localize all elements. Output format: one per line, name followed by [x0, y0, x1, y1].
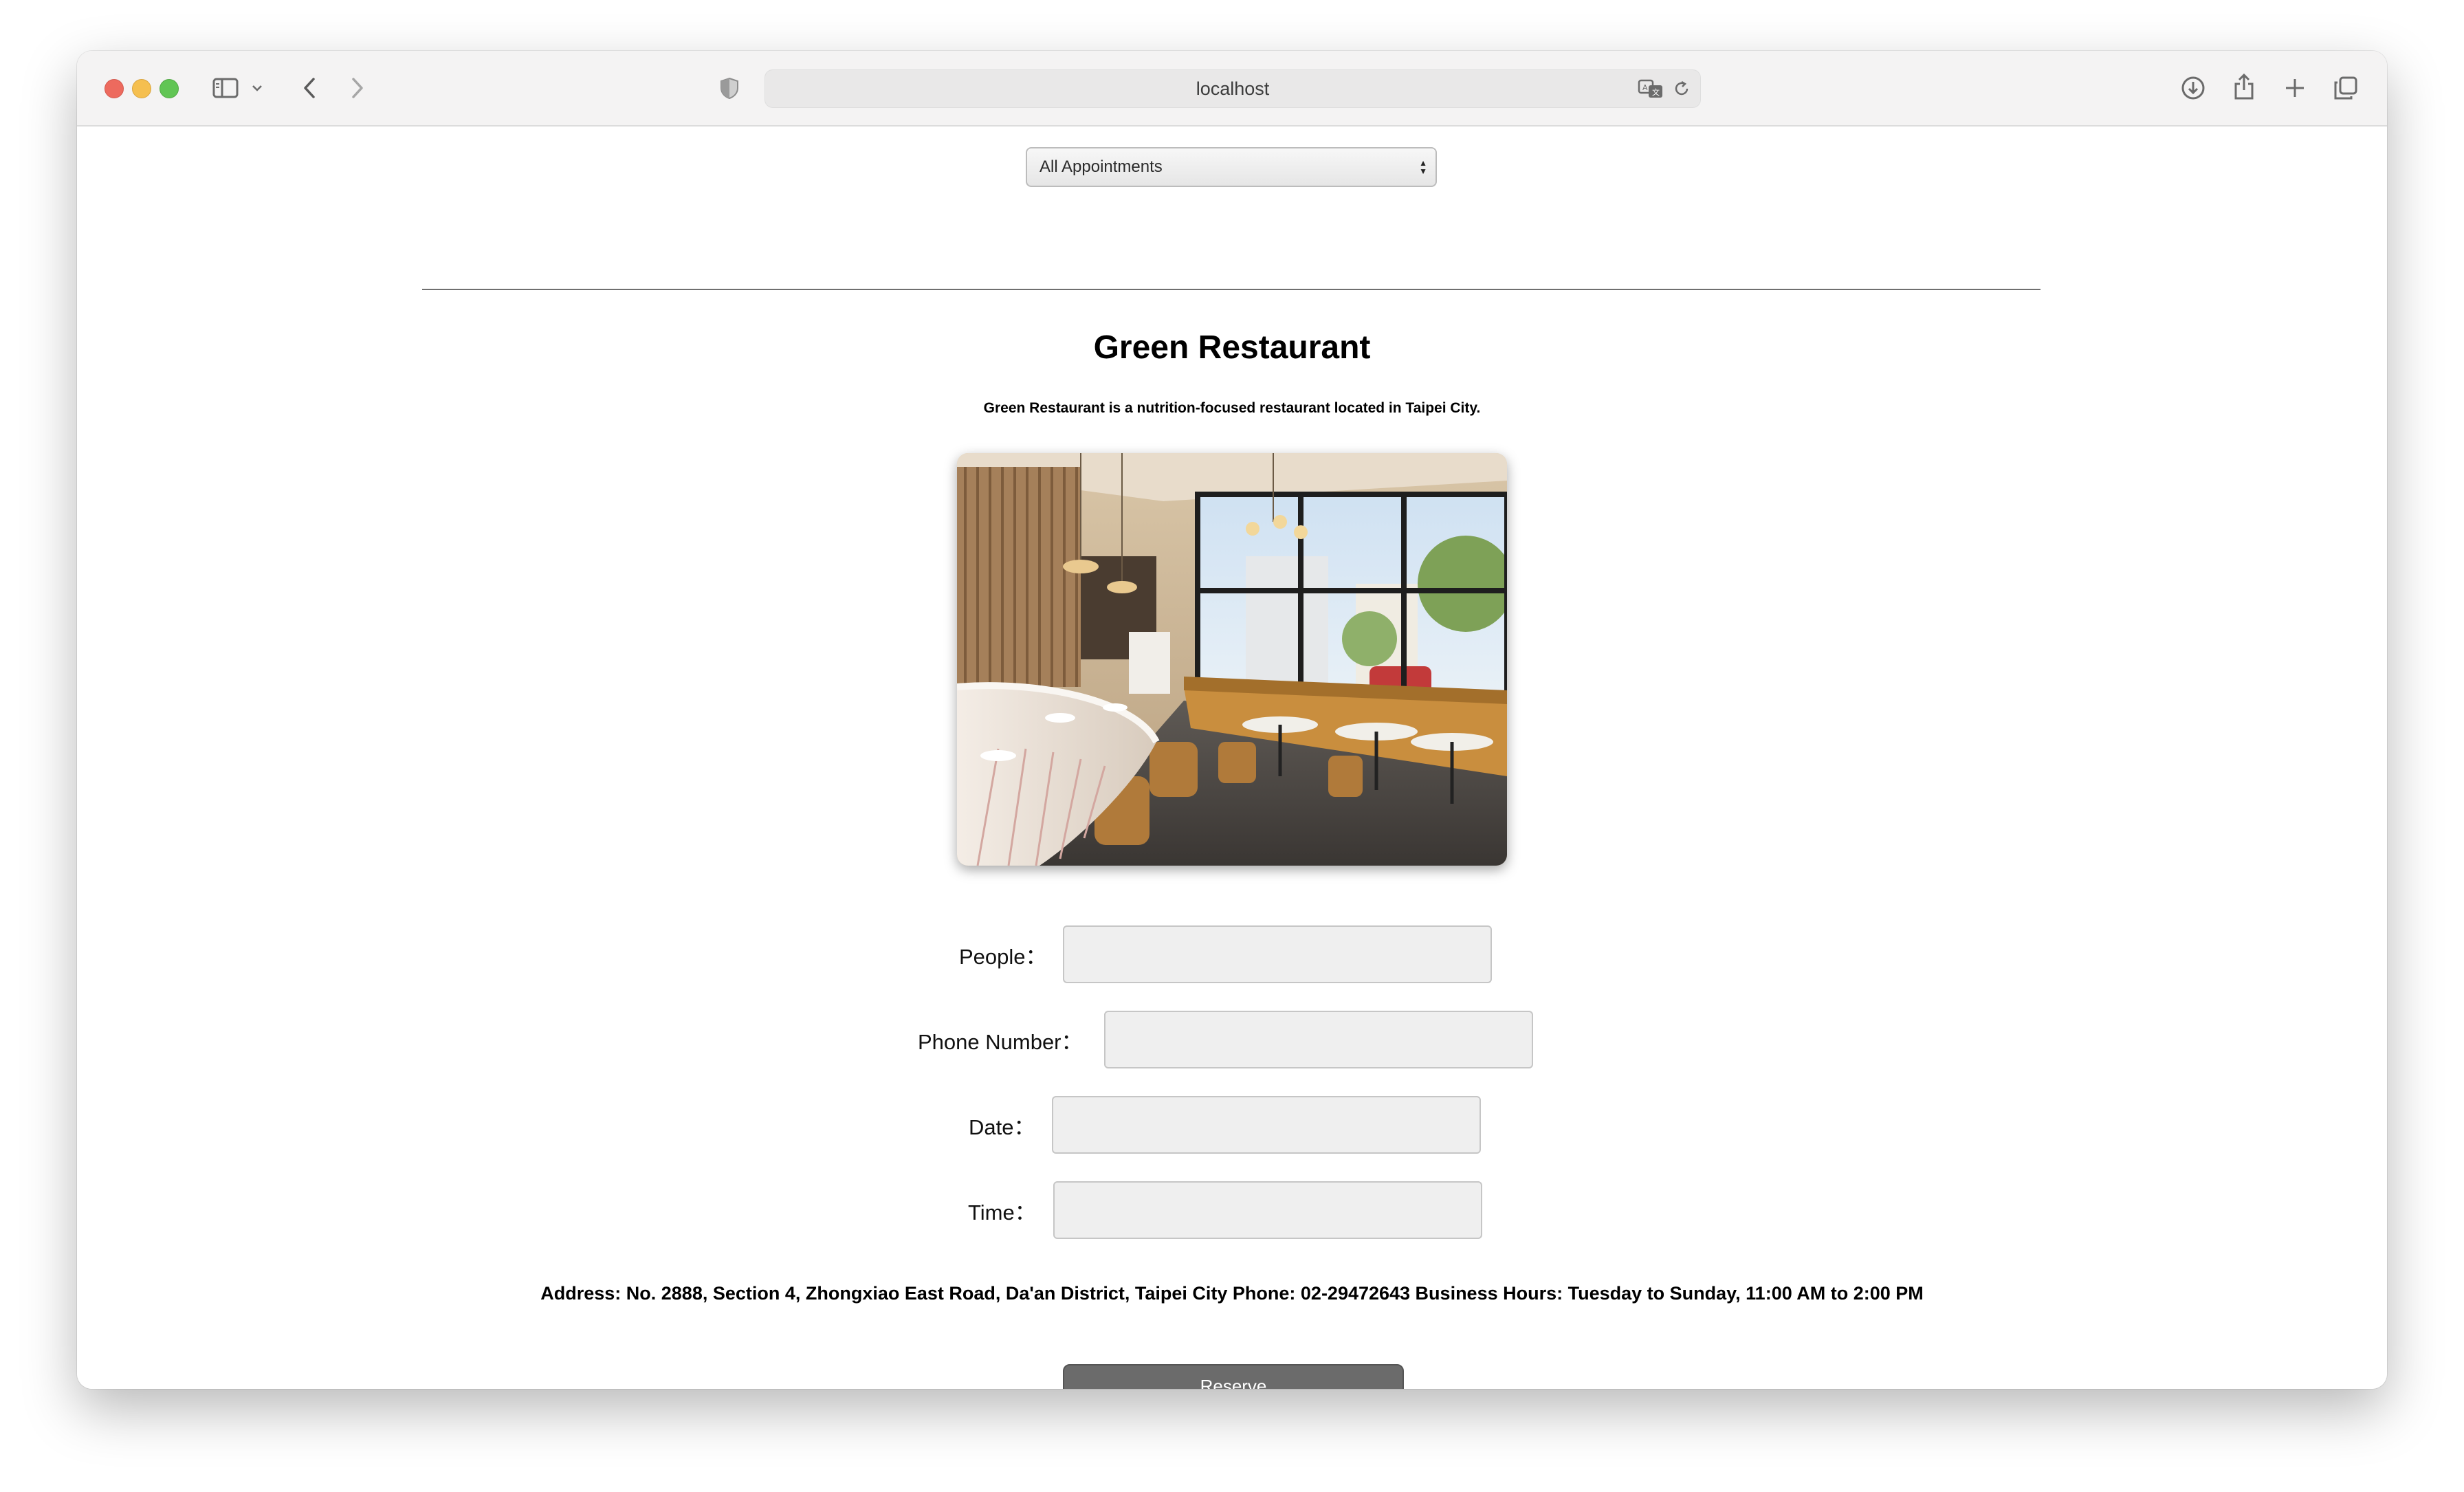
appointments-filter-select[interactable]: All Appointments ▲ ▼ — [1026, 147, 1437, 187]
close-window-button[interactable] — [104, 79, 124, 98]
date-row: Date： — [77, 1096, 2387, 1154]
minimize-window-button[interactable] — [132, 79, 151, 98]
page-content: All Appointments ▲ ▼ Green Restaurant Gre… — [77, 127, 2387, 1389]
phone-number-input[interactable] — [1104, 1011, 1533, 1068]
select-arrows-icon: ▲ ▼ — [1419, 158, 1427, 176]
time-row: Time： — [77, 1181, 2387, 1239]
restaurant-contact-info: Address: No. 2888, Section 4, Zhongxiao … — [540, 1283, 1924, 1304]
desktop: localhost A文 All Appointments ▲ ▼ Green … — [0, 0, 2464, 1492]
reload-icon[interactable] — [1671, 78, 1692, 99]
maximize-window-button[interactable] — [160, 79, 179, 98]
url-text: localhost — [1196, 78, 1270, 99]
divider — [422, 289, 2040, 290]
svg-text:A: A — [1642, 83, 1648, 92]
browser-toolbar: localhost A文 — [77, 51, 2387, 127]
new-tab-icon[interactable] — [2281, 74, 2309, 102]
filter-selected-value: All Appointments — [1040, 157, 1163, 176]
time-label: Time： — [968, 1200, 1036, 1225]
address-bar[interactable]: localhost A文 — [764, 69, 1701, 108]
date-input[interactable] — [1052, 1096, 1481, 1154]
people-input[interactable] — [1063, 925, 1492, 983]
browser-window: localhost A文 All Appointments ▲ ▼ Green … — [77, 51, 2387, 1389]
restaurant-description: Green Restaurant is a nutrition-focused … — [983, 400, 1481, 416]
translate-icon[interactable]: A文 — [1637, 77, 1664, 100]
chevron-down-icon[interactable] — [250, 81, 264, 95]
date-label: Date： — [969, 1115, 1035, 1139]
svg-text:文: 文 — [1652, 87, 1660, 97]
forward-icon[interactable] — [345, 76, 370, 100]
download-icon[interactable] — [2179, 74, 2207, 102]
phone-row: Phone Number： — [77, 1011, 2387, 1068]
restaurant-photo — [957, 453, 1507, 866]
reserve-button[interactable]: Reserve — [1063, 1364, 1404, 1389]
share-icon[interactable] — [2230, 72, 2258, 102]
restaurant-name: Green Restaurant — [1093, 329, 1371, 366]
privacy-shield-icon[interactable] — [718, 76, 741, 100]
back-icon[interactable] — [297, 76, 322, 100]
sidebar-icon[interactable] — [212, 76, 239, 100]
tab-overview-icon[interactable] — [2332, 74, 2360, 102]
people-row: People： — [77, 925, 2387, 983]
phone-number-label: Phone Number： — [918, 1029, 1083, 1054]
time-input[interactable] — [1053, 1181, 1482, 1239]
people-label: People： — [959, 944, 1047, 969]
